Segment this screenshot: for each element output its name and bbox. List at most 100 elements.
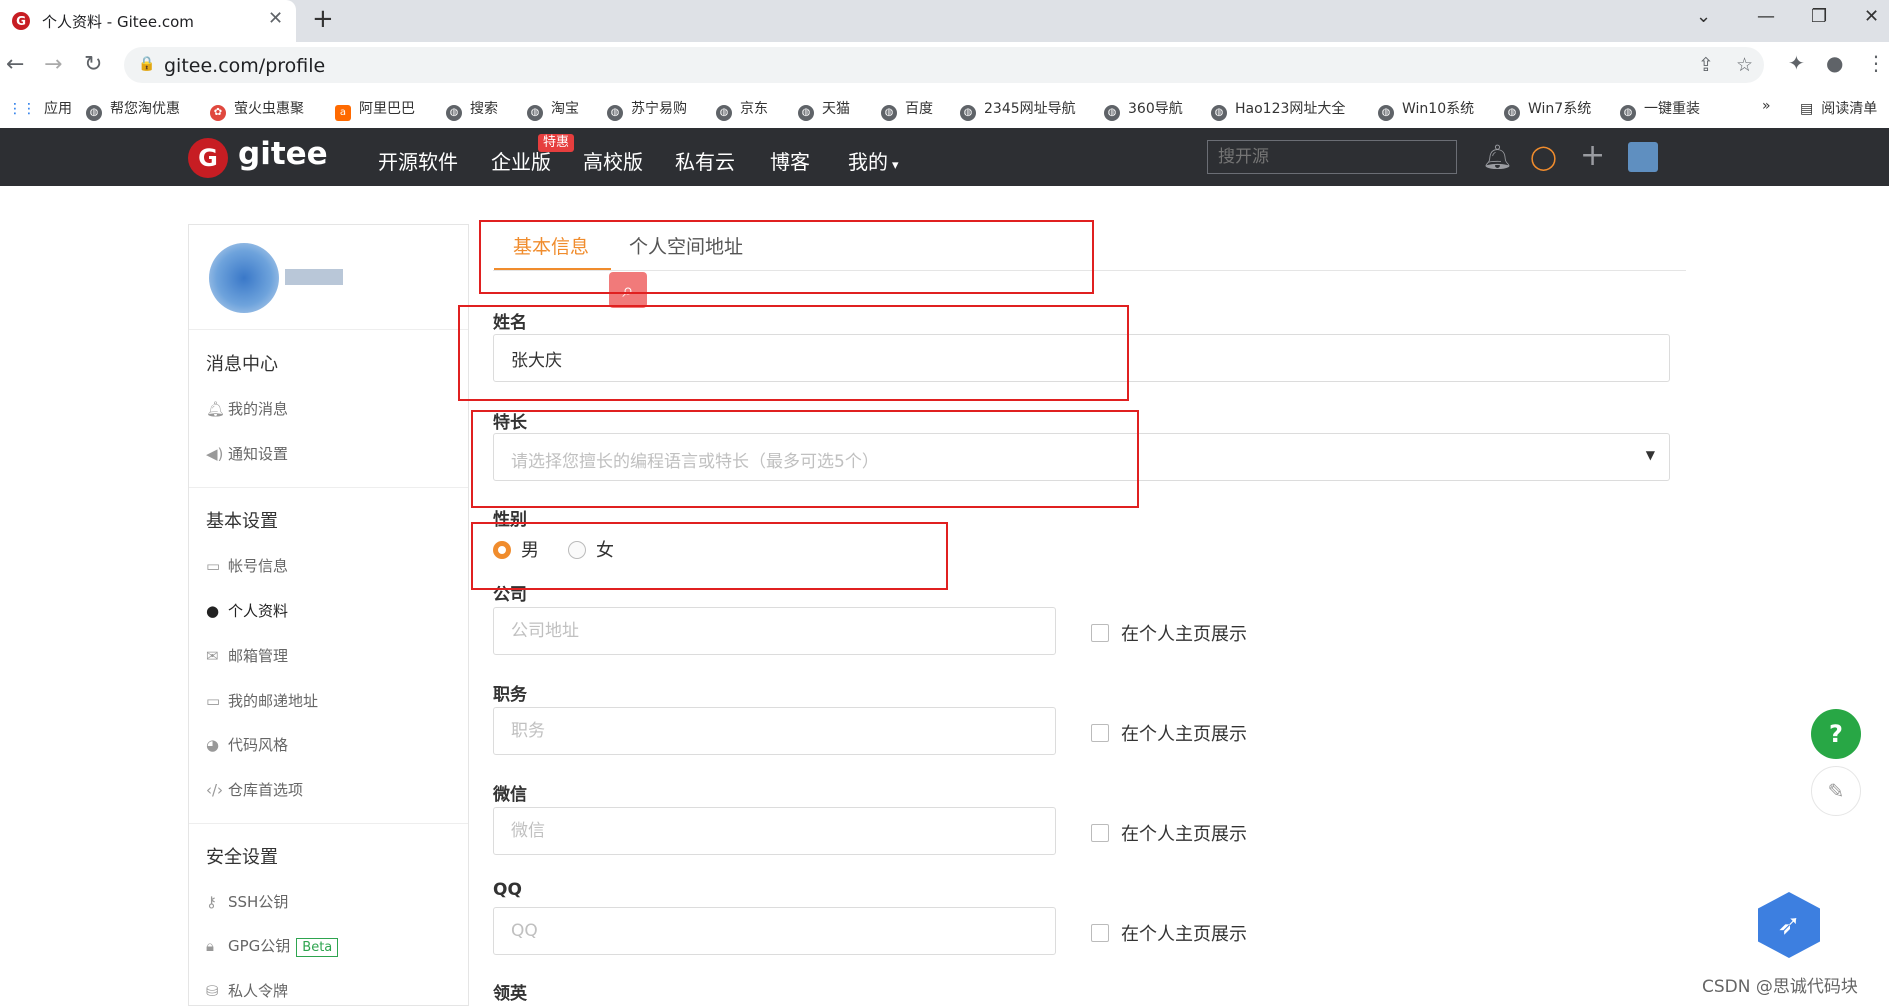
tab-personal-space[interactable]: 个人空间地址 (629, 232, 743, 259)
sidebar-item-email[interactable]: ✉ 邮箱管理 (206, 645, 288, 666)
gender-male-radio[interactable]: 男 (493, 536, 539, 562)
sidebar-item-profile[interactable]: ● 个人资料 (206, 600, 288, 621)
browser-tab[interactable]: G 个人资料 - Gitee.com ✕ (0, 0, 296, 42)
checkbox-icon (1091, 824, 1109, 842)
company-label: 公司 (493, 585, 527, 605)
divider (189, 329, 468, 330)
create-plus-icon[interactable]: + (1580, 138, 1605, 173)
qq-show-checkbox[interactable]: 在个人主页展示 (1091, 920, 1247, 946)
globe-icon: ◍ (1504, 105, 1520, 121)
wechat-label: 微信 (493, 785, 527, 805)
browser-tab-strip: G 个人资料 - Gitee.com ✕ + ⌄ — ❐ ✕ (0, 0, 1889, 42)
checkbox-icon (1091, 924, 1109, 942)
minimize-button[interactable]: — (1757, 6, 1775, 27)
sidebar-item-notification-settings[interactable]: ◀) 通知设置 (206, 443, 288, 464)
gitee-logo-icon[interactable]: G (188, 138, 228, 178)
browser-menu-icon[interactable]: ⋮ (1866, 51, 1886, 75)
share-icon[interactable]: ⇪ (1698, 54, 1714, 76)
bookmark-item[interactable]: ◍ 苏宁易购 (607, 98, 687, 121)
bookmark-item[interactable]: ◍ Win7系统 (1504, 98, 1591, 121)
wechat-input[interactable] (493, 807, 1056, 855)
caret-down-icon: ▼ (1645, 448, 1655, 462)
back-icon[interactable]: ← (6, 52, 24, 77)
nav-private-cloud[interactable]: 私有云 (675, 146, 735, 175)
bookmark-item[interactable]: ◍ Hao123网址大全 (1211, 98, 1345, 121)
bookmark-item[interactable]: ◍ 一键重装 (1620, 98, 1700, 121)
profile-icon[interactable]: ● (1826, 51, 1843, 75)
skill-label: 特长 (493, 413, 527, 433)
title-show-checkbox[interactable]: 在个人主页展示 (1091, 720, 1247, 746)
tab-title: 个人资料 - Gitee.com (42, 13, 194, 31)
firefly-icon: ✿ (210, 105, 226, 121)
close-window-button[interactable]: ✕ (1864, 6, 1879, 27)
bookmark-item[interactable]: ✿ 萤火虫惠聚 (210, 98, 304, 121)
help-button[interactable]: ? (1811, 709, 1861, 759)
brand-name[interactable]: gitee (238, 136, 328, 172)
search-magnifier-icon[interactable]: ⌕ (609, 272, 647, 308)
bookmark-star-icon[interactable]: ☆ (1736, 54, 1753, 76)
feedback-edit-button[interactable]: ✎ (1811, 766, 1861, 816)
gender-female-radio[interactable]: 女 (568, 536, 614, 562)
new-tab-button[interactable]: + (312, 4, 334, 34)
nav-mine[interactable]: 我的 ▾ (848, 146, 899, 175)
radio-unchecked-icon (568, 541, 586, 559)
bookmark-item[interactable]: ◍ 2345网址导航 (960, 98, 1076, 121)
profile-avatar[interactable] (209, 243, 279, 313)
sidebar-item-repo-preferences[interactable]: ‹/› 仓库首选项 (206, 779, 303, 800)
bookmark-item[interactable]: ◍ Win10系统 (1378, 98, 1474, 121)
profile-tabs: 基本信息 个人空间地址 (493, 224, 1686, 271)
user-avatar[interactable] (1628, 142, 1658, 172)
sidebar-item-my-messages[interactable]: 🔔︎ 我的消息 (206, 398, 288, 419)
header-search-input[interactable] (1207, 140, 1457, 174)
browser-toolbar: ← → ↻ 🔒 gitee.com/profile ⇪ ☆ ✦ ● ⋮ (0, 42, 1889, 88)
sidebar-item-ssh-keys[interactable]: ⚷ SSH公钥 (206, 891, 288, 912)
title-label: 职务 (493, 685, 527, 705)
assistant-bird-icon[interactable]: ➶ (1758, 892, 1820, 958)
bookmark-item[interactable]: ◍ 百度 (881, 98, 933, 121)
globe-icon: ◍ (1620, 105, 1636, 121)
qq-input[interactable] (493, 907, 1056, 955)
bookmark-item[interactable]: ◍ 帮您淘优惠 (86, 98, 180, 121)
skill-select[interactable]: 请选择您擅长的编程语言或特长（最多可选5个） ▼ (493, 433, 1670, 481)
sidebar-item-code-style[interactable]: ◕ 代码风格 (206, 734, 288, 755)
close-tab-icon[interactable]: ✕ (268, 8, 283, 29)
bookmark-item[interactable]: ◍ 京东 (716, 98, 768, 121)
sidebar-item-private-tokens[interactable]: ⛁ 私人令牌 (206, 980, 288, 1001)
bookmark-apps[interactable]: ⋮⋮ 应用 (8, 98, 72, 118)
caret-down-icon: ▾ (892, 158, 899, 173)
address-bar[interactable]: 🔒 gitee.com/profile ⇪ ☆ (124, 47, 1764, 83)
lightbulb-icon[interactable]: ◯ (1530, 143, 1557, 171)
company-show-checkbox[interactable]: 在个人主页展示 (1091, 620, 1247, 646)
url-text: gitee.com/profile (164, 55, 326, 77)
name-input[interactable] (493, 334, 1670, 382)
bookmark-item[interactable]: ◍ 淘宝 (527, 98, 579, 121)
globe-icon: ◍ (716, 105, 732, 121)
bookmark-item[interactable]: ◍ 360导航 (1104, 98, 1183, 121)
code-icon: ‹/› (206, 781, 224, 799)
restore-button[interactable]: ❐ (1811, 6, 1827, 27)
bookmark-item[interactable]: a 阿里巴巴 (335, 98, 415, 121)
edit-icon: ✎ (1827, 779, 1845, 803)
profile-username[interactable] (285, 269, 343, 285)
key-icon: ⚷ (206, 893, 217, 911)
company-input[interactable] (493, 607, 1056, 655)
sidebar-item-postal-address[interactable]: ▭ 我的邮递地址 (206, 690, 318, 711)
sidebar-item-gpg-keys[interactable]: 🔒︎ GPG公钥 Beta (206, 935, 339, 957)
tab-basic-info[interactable]: 基本信息 (513, 232, 589, 259)
lock-icon: 🔒︎ (206, 937, 214, 955)
wechat-show-checkbox[interactable]: 在个人主页展示 (1091, 820, 1247, 846)
bookmarks-overflow-button[interactable]: » (1762, 98, 1771, 114)
sidebar-item-account-info[interactable]: ▭ 帐号信息 (206, 555, 288, 576)
reload-icon[interactable]: ↻ (84, 52, 102, 77)
bookmark-item[interactable]: ◍ 搜索 (446, 98, 498, 121)
extensions-icon[interactable]: ✦ (1788, 51, 1805, 75)
nav-opensource[interactable]: 开源软件 (378, 146, 458, 175)
forward-icon[interactable]: → (44, 52, 62, 77)
reading-list-button[interactable]: ▤ 阅读清单 (1800, 98, 1877, 118)
tab-search-icon[interactable]: ⌄ (1696, 6, 1711, 27)
notification-bell-icon[interactable]: 🔔︎ (1482, 143, 1512, 171)
title-input[interactable] (493, 707, 1056, 755)
bookmark-item[interactable]: ◍ 天猫 (798, 98, 850, 121)
nav-education[interactable]: 高校版 (583, 146, 643, 175)
nav-blog[interactable]: 博客 (770, 146, 810, 175)
